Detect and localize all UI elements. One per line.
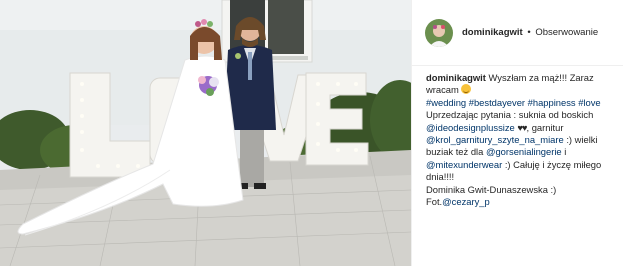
instagram-post: dominikagwit • Obserwowanie dominikagwit… — [0, 0, 623, 266]
caption-line: dominikagwit Wyszłam za mąż!!! Zaraz — [426, 72, 620, 84]
caption-line: @ideodesignplussize ♥♥, garnitur — [426, 122, 620, 134]
caption-text: i — [564, 146, 567, 158]
caption-text: :) Całuję i życzę miłego — [504, 158, 602, 170]
caption-text: buziak też dla — [426, 146, 484, 158]
caption-text: , garnitur — [526, 121, 564, 133]
mention-link[interactable]: @ideodesignplussize — [426, 122, 515, 133]
caption-line: @krol_garnitury_szyte_na_miare :) wielki — [426, 134, 620, 146]
post-caption: dominikagwit Wyszłam za mąż!!! Zaraz wra… — [426, 72, 620, 208]
caption-text: Dominika Gwit-Dunaszewska :) — [426, 183, 557, 195]
hashtag-link[interactable]: #love — [578, 97, 600, 108]
header-text: dominikagwit • Obserwowanie — [462, 27, 598, 38]
caption-text: dnia!!!! — [426, 171, 455, 183]
post-header: dominikagwit • Obserwowanie — [412, 0, 623, 66]
post-side-panel: dominikagwit • Obserwowanie dominikagwit… — [411, 0, 623, 266]
caption-hashtags-line: #wedding #bestdayever #happiness #love — [426, 97, 620, 109]
caption-line: Dominika Gwit-Dunaszewska :) — [426, 184, 620, 196]
header-username-link[interactable]: dominikagwit — [462, 27, 523, 38]
wedding-photo-image — [0, 0, 411, 266]
caption-line: wracam — [426, 84, 620, 96]
mention-link[interactable]: @krol_garnitury_szyte_na_miare — [426, 134, 564, 145]
caption-line: @mitexunderwear :) Całuję i życzę miłego — [426, 159, 620, 171]
mention-link[interactable]: @cezary_p — [442, 196, 490, 207]
caption-line: buziak też dla @gorsenialingerie i — [426, 146, 620, 158]
caption-text: wracam — [426, 84, 459, 96]
caption-text: :) wielki — [566, 134, 598, 146]
caption-username-link[interactable]: dominikagwit — [426, 72, 486, 83]
mention-link[interactable]: @gorsenialingerie — [486, 146, 562, 157]
post-photo[interactable] — [0, 0, 411, 266]
smile-emoji-icon — [461, 84, 472, 95]
profile-avatar-icon[interactable] — [425, 18, 453, 47]
caption-text: Wyszłam za mąż!!! Zaraz — [488, 72, 594, 83]
follow-button[interactable]: Obserwowanie — [535, 27, 598, 38]
hashtag-link[interactable]: #bestdayever — [469, 97, 525, 108]
hearts-emoji-icon: ♥♥ — [517, 121, 527, 133]
mention-link[interactable]: @mitexunderwear — [426, 159, 502, 170]
header-separator: • — [527, 27, 531, 38]
caption-line: dnia!!!! — [426, 171, 620, 183]
hashtag-link[interactable]: #happiness — [528, 97, 576, 108]
caption-line: Fot.@cezary_p — [426, 196, 620, 208]
hashtag-link[interactable]: #wedding — [426, 97, 466, 108]
photo-credit-label: Fot. — [426, 196, 443, 208]
caption-line: Uprzedzając pytania : suknia od boskich — [426, 109, 620, 121]
caption-text: Uprzedzając pytania : suknia od boskich — [426, 109, 594, 121]
